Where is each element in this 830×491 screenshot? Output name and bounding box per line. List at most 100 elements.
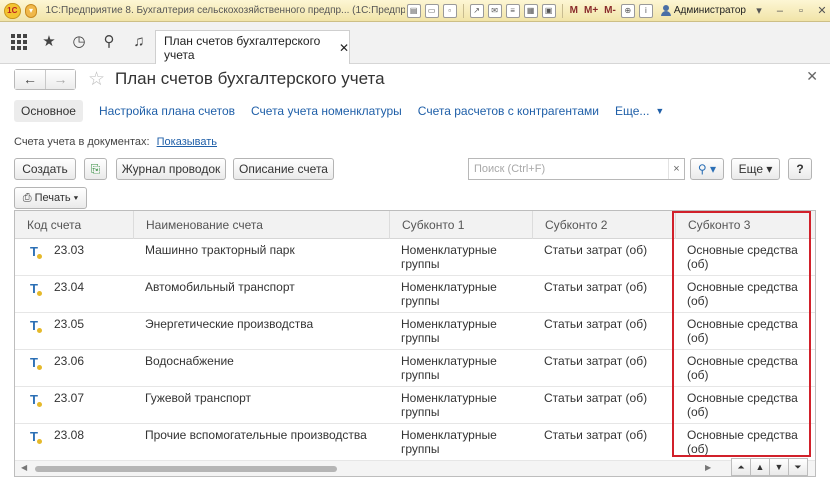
scrollbar-thumb[interactable] <box>35 466 337 472</box>
cell-subconto-2: Статьи затрат (об) <box>544 428 648 442</box>
copy-icon[interactable]: ⎘ <box>84 158 107 180</box>
cell-subconto-2: Статьи затрат (об) <box>544 317 648 331</box>
add-to-favorites-star-icon[interactable]: ☆ <box>88 68 105 91</box>
documents-accounts-label: Счета учета в документах: <box>14 136 150 148</box>
scroll-top-icon[interactable]: ⏶ <box>731 458 751 476</box>
link-chart-settings[interactable]: Настройка плана счетов <box>99 104 235 118</box>
cell-subconto-2: Статьи затрат (об) <box>544 354 648 368</box>
search-icon[interactable]: ⚲ <box>99 32 119 52</box>
show-link[interactable]: Показывать <box>157 136 217 148</box>
form-header: ← → ☆ План счетов бухгалтерского учета ✕ <box>14 68 820 90</box>
scroll-left-icon[interactable]: ◀ <box>21 463 27 472</box>
scroll-up-icon[interactable]: ▲ <box>750 458 770 476</box>
restore-icon[interactable]: ▫ <box>793 3 809 19</box>
chevron-down-icon[interactable]: ▼ <box>655 106 664 116</box>
cell-subconto-1: Номенклатурные группы <box>401 243 497 271</box>
back-button[interactable]: ← <box>15 69 45 89</box>
print-label: Печать <box>34 192 71 204</box>
cell-name: Водоснабжение <box>145 354 234 368</box>
subconto-3-highlight-frame <box>672 211 811 457</box>
subsection-links: Основное Настройка плана счетов Счета уч… <box>14 98 824 124</box>
print-icon[interactable]: ▭ <box>424 3 439 18</box>
all-functions-grid-icon[interactable] <box>9 32 29 52</box>
cell-subconto-1: Номенклатурные группы <box>401 317 497 345</box>
clear-search-icon[interactable]: × <box>668 159 684 179</box>
cell-subconto-1: Номенклатурные группы <box>401 354 497 382</box>
tab-chart-of-accounts[interactable]: План счетов бухгалтерского учета ✕ <box>155 30 350 64</box>
minimize-icon[interactable]: – <box>772 3 788 19</box>
favorites-star-icon[interactable]: ★ <box>39 32 59 52</box>
printer-icon: ⎙ <box>22 192 32 204</box>
cell-code: 23.06 <box>54 354 85 368</box>
search-options-button[interactable]: ⚲ ▾ <box>690 158 724 180</box>
current-user[interactable]: Администратор <box>660 5 746 16</box>
account-icon: T <box>30 393 42 407</box>
history-icon[interactable]: ≡ <box>505 3 520 18</box>
cell-name: Машинно тракторный парк <box>145 243 295 257</box>
forward-button[interactable]: → <box>45 69 75 89</box>
user-name: Администратор <box>673 5 746 16</box>
link-main[interactable]: Основное <box>14 100 83 122</box>
titlebar-tools: ▤ ▭ ▫ ↗ ✉ ≡ ▦ ▣ M M+ M- ⊕ i Администрато… <box>405 0 830 22</box>
create-button[interactable]: Создать <box>14 158 76 180</box>
zoom-icon[interactable]: ⊕ <box>620 3 635 18</box>
account-icon: T <box>30 430 42 444</box>
col-subconto-2[interactable]: Субконто 2 <box>532 211 675 239</box>
help-button[interactable]: ? <box>788 158 812 180</box>
user-icon <box>660 5 671 16</box>
memory-plus-button[interactable]: M+ <box>584 5 598 16</box>
toolbar-separator <box>462 3 464 18</box>
search-input[interactable]: Поиск (Ctrl+F) × <box>468 158 685 180</box>
col-subconto-1[interactable]: Субконто 1 <box>389 211 532 239</box>
search-placeholder[interactable]: Поиск (Ctrl+F) <box>469 159 668 179</box>
window-title: 1С:Предприятие 8. Бухгалтерия сельскохоз… <box>45 5 405 16</box>
calculator-icon[interactable]: ▦ <box>523 3 538 18</box>
account-description-button[interactable]: Описание счета <box>233 158 334 180</box>
cell-name: Автомобильный транспорт <box>145 280 295 294</box>
info-icon[interactable]: i <box>638 3 653 18</box>
account-icon: T <box>30 245 42 259</box>
history-clock-icon[interactable]: ◷ <box>69 32 89 52</box>
cell-name: Энергетические производства <box>145 317 314 331</box>
col-name[interactable]: Наименование счета <box>133 211 389 239</box>
section-panel: ★ ◷ ⚲ ♫ План счетов бухгалтерского учета… <box>0 22 830 64</box>
cell-code: 23.08 <box>54 428 85 442</box>
toolbar-separator <box>561 3 563 18</box>
account-icon: T <box>30 319 42 333</box>
memory-m-button[interactable]: M <box>570 5 578 16</box>
calendar-icon[interactable]: ▣ <box>541 3 556 18</box>
horizontal-scrollbar[interactable]: ◀ ▶ <box>15 461 815 476</box>
save-icon[interactable]: ▤ <box>406 3 421 18</box>
preview-icon[interactable]: ▫ <box>442 3 457 18</box>
settings-chevron-icon[interactable]: ▾ <box>751 3 767 19</box>
tab-close-icon[interactable]: ✕ <box>339 41 349 55</box>
scroll-bottom-icon[interactable]: ⏷ <box>788 458 808 476</box>
form-close-icon[interactable]: ✕ <box>806 68 818 85</box>
link-nomenclature-accounts[interactable]: Счета учета номенклатуры <box>251 104 402 118</box>
link-icon[interactable]: ↗ <box>469 3 484 18</box>
notifications-bell-icon[interactable]: ♫ <box>129 32 149 52</box>
memory-minus-button[interactable]: M- <box>604 5 616 16</box>
mail-icon[interactable]: ✉ <box>487 3 502 18</box>
journal-button[interactable]: Журнал проводок <box>116 158 226 180</box>
account-icon: T <box>30 356 42 370</box>
cell-name: Гужевой транспорт <box>145 391 252 405</box>
more-actions-button[interactable]: Еще ▾ <box>731 158 780 180</box>
col-code[interactable]: Код счета <box>15 211 133 239</box>
print-button[interactable]: ⎙ Печать ▾ <box>14 187 87 209</box>
cell-subconto-2: Статьи затрат (об) <box>544 280 648 294</box>
link-counterparty-accounts[interactable]: Счета расчетов с контрагентами <box>418 104 599 118</box>
scroll-right-icon[interactable]: ▶ <box>705 463 711 472</box>
cell-code: 23.05 <box>54 317 85 331</box>
cell-code: 23.03 <box>54 243 85 257</box>
links-more[interactable]: Еще... <box>615 104 649 118</box>
main-menu-dropdown-icon[interactable]: ▾ <box>24 3 38 18</box>
scroll-down-icon[interactable]: ▼ <box>769 458 789 476</box>
cell-subconto-1: Номенклатурные группы <box>401 391 497 419</box>
close-window-icon[interactable]: ✕ <box>814 3 830 19</box>
app-logo-icon: 1С <box>4 2 21 19</box>
table-navigation-buttons: ⏶ ▲ ▼ ⏷ <box>731 458 808 476</box>
documents-accounts-row: Счета учета в документах: Показывать <box>14 136 217 148</box>
cell-subconto-1: Номенклатурные группы <box>401 280 497 308</box>
window-titlebar: 1С ▾ 1С:Предприятие 8. Бухгалтерия сельс… <box>0 0 830 22</box>
